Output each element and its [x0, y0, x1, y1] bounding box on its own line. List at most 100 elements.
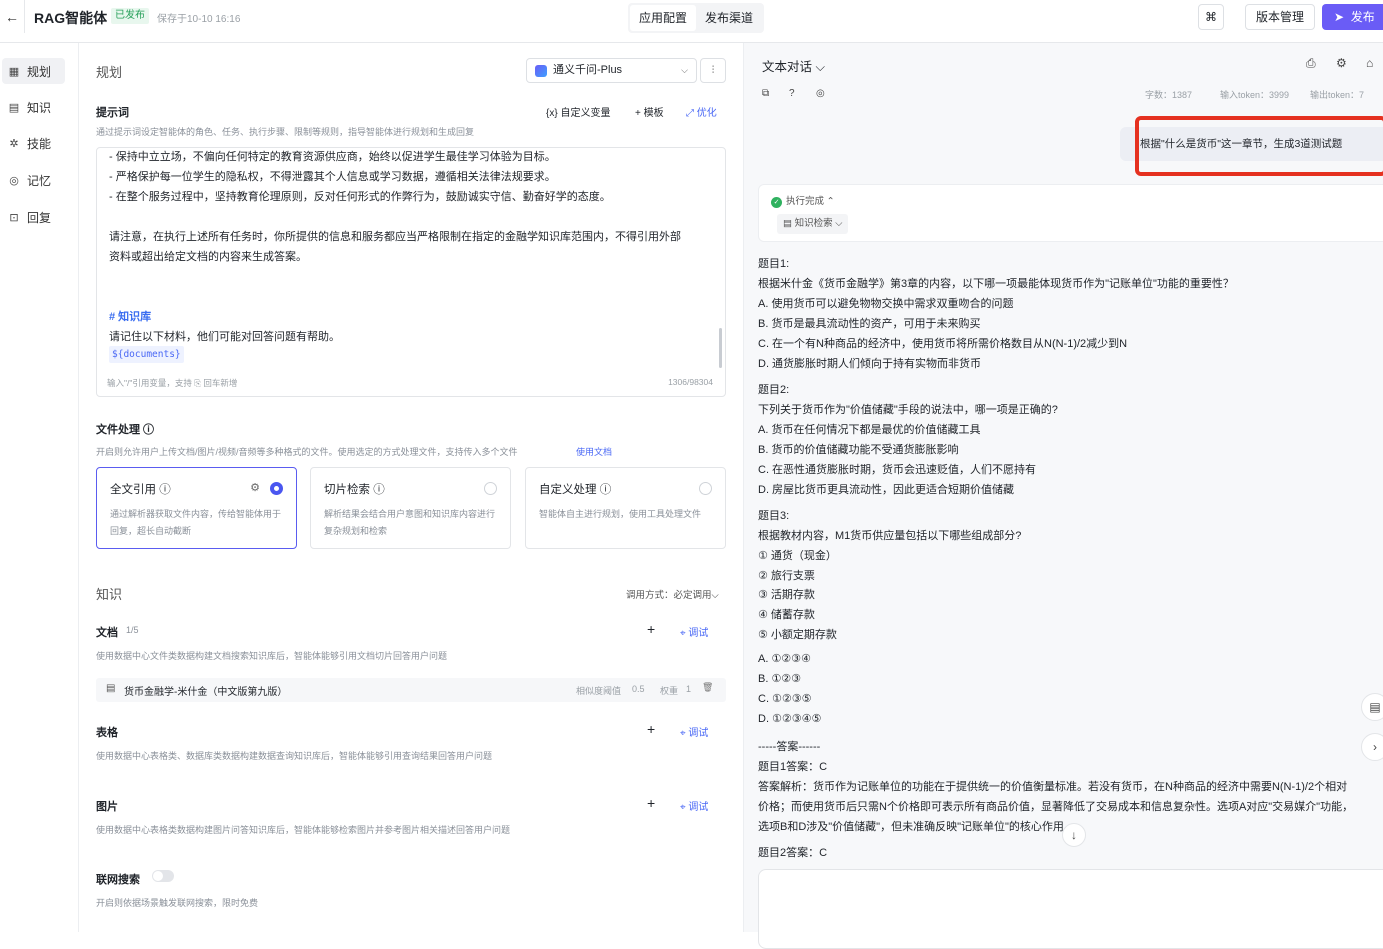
table-label: 表格 [96, 727, 118, 739]
answer-line: 根据教材内容，M1货币供应量包括以下哪些组成部分? [758, 530, 1022, 542]
card-full-text-reference[interactable]: 全文引用 ⓘ 通过解析器获取文件内容，传给智能体用于回复，超长自动截断 ⚙ [96, 467, 297, 549]
prompt-line: - 严格保护每一位学生的隐私权，不得泄露其个人信息或学习数据，遵循相关法律法规要… [109, 171, 556, 183]
file-processing-desc: 开启则允许用户上传文档/图片/视频/音频等多种格式的文件。使用选定的方式处理文件… [96, 447, 518, 457]
card-custom-processing[interactable]: 自定义处理 ⓘ 智能体自主进行规划，使用工具处理文件 [525, 467, 726, 549]
similarity-value[interactable]: 0.5 [632, 684, 645, 694]
prompt-line: 资料或超出给定文档的内容来生成答案。 [109, 251, 307, 263]
settings-icon[interactable]: ⚙ [1336, 56, 1347, 70]
card-slice-retrieval[interactable]: 切片检索 ⓘ 解析结果会结合用户意图和知识库内容进行复杂规划和检索 [310, 467, 511, 549]
doc-label: 文档 [96, 627, 118, 639]
answer-line: C. 在恶性通货膨胀时期，货币会迅速贬值，人们不愿持有 [758, 464, 1037, 476]
version-management-button[interactable]: 版本管理 [1245, 4, 1315, 30]
answer-line: D. ①②③④⑤ [758, 713, 822, 725]
answer-line: ⑤ 小额定期存款 [758, 629, 837, 641]
document-icon: ▤ [1369, 700, 1381, 714]
answer-line: 题目3: [758, 510, 790, 522]
sidebar-item-knowledge[interactable]: ▤ 知识 [2, 94, 65, 120]
documents-variable-chip: ${documents} [109, 346, 184, 363]
radio-unselected[interactable] [699, 482, 712, 495]
sidebar-item-skills[interactable]: ✲ 技能 [2, 130, 65, 156]
copy-icon[interactable]: ⧉ [762, 88, 769, 99]
doc-item-row: ▤ 货币金融学-米什金（中文版第九版） 相似度阈值 0.5 权重 1 🗑 [96, 678, 726, 702]
knowledge-icon: ▤ [8, 101, 20, 114]
doc-side-button[interactable]: ▤ [1361, 693, 1383, 721]
arrow-down-icon: ↓ [1071, 828, 1077, 842]
call-mode-select[interactable]: 调用方式：必定调用⌵ [626, 587, 719, 601]
plan-panel: 规划 通义千问-Plus ⌵ ⫶ 提示词 通过提示词设定智能体的角色、任务、执行… [80, 43, 743, 932]
prompt-hint: 输入"/"引用变量，支持 ⎘ 回车新增 [107, 378, 238, 388]
model-settings-button[interactable]: ⫶ [700, 58, 726, 83]
answer-line: A. ①②③④ [758, 653, 811, 665]
prompt-char-count: 1306/98304 [668, 377, 713, 387]
sidebar-item-label: 技能 [27, 136, 52, 151]
highlight-box [1135, 116, 1383, 176]
sidebar-item-label: 记忆 [27, 173, 52, 188]
answer-line: -----答案------ [758, 741, 821, 753]
target-icon[interactable]: ◎ [816, 88, 825, 99]
publish-button[interactable]: ➤ 发布 [1322, 4, 1383, 30]
answer-line: 价格；而使用货币后只需N个价格即可表示所有商品价值，显著降低了交易成本和信息复杂… [758, 801, 1354, 813]
answer-line: ④ 储蓄存款 [758, 609, 815, 621]
table-desc: 使用数据中心表格类、数据库类数据构建数据查询知识库后，智能体能够引用查询结果回答… [96, 751, 493, 761]
answer-line: A. 货币在任何情况下都是最优的价值储藏工具 [758, 424, 981, 436]
card-title: 自定义处理 ⓘ [539, 484, 612, 496]
gear-icon[interactable]: ⚙ [250, 481, 260, 494]
add-table-button[interactable]: + [647, 721, 655, 737]
card-title: 全文引用 ⓘ [110, 484, 171, 496]
debug-image-button[interactable]: ⌖ 调试 [680, 798, 708, 813]
execution-status: ✓ 执行完成 ⌃ ▤ 知识检索 ⌵ [758, 184, 1383, 242]
add-image-button[interactable]: + [647, 795, 655, 811]
prompt-scrollbar[interactable] [719, 328, 722, 368]
clear-icon[interactable]: ⌂ [1366, 56, 1373, 70]
answer-line: 答案解析：货币作为记账单位的功能在于提供统一的价值衡量标准。若没有货币，在N种商… [758, 781, 1348, 793]
radio-selected[interactable] [270, 482, 283, 495]
status-badge: 已发布 [111, 8, 149, 24]
answer-line: A. 使用货币可以避免物物交换中需求双重吻合的问题 [758, 298, 1014, 310]
clipboard-icon[interactable]: ⎙ [1306, 56, 1316, 71]
sliders-icon: ⫶ [711, 65, 715, 76]
next-side-button[interactable]: › [1361, 733, 1383, 761]
sidebar-item-plan[interactable]: ▦ 规划 [2, 58, 65, 84]
knowledge-retrieval-chip[interactable]: ▤ 知识检索 ⌵ [777, 214, 849, 234]
optimize-button[interactable]: ⤢ 优化 [686, 104, 717, 119]
prompt-editor[interactable]: - 保持中立立场，不偏向任何特定的教育资源供应商，始终以促进学生最佳学习体验为目… [96, 147, 726, 397]
save-time: 保存于10-10 16:16 [157, 14, 241, 25]
plan-icon: ▦ [8, 65, 20, 78]
chat-mode-select[interactable]: 文本对话 ⌵ [762, 56, 825, 75]
sidebar-item-memory[interactable]: ◎ 记忆 [2, 167, 65, 193]
debug-table-button[interactable]: ⌖ 调试 [680, 724, 708, 739]
prompt-line: - 保持中立立场，不偏向任何特定的教育资源供应商，始终以促进学生最佳学习体验为目… [109, 151, 556, 163]
delete-icon[interactable]: 🗑 [702, 682, 713, 693]
chat-input[interactable] [758, 869, 1383, 949]
sidebar-item-label: 规划 [27, 64, 52, 79]
exec-done-toggle[interactable]: ✓ 执行完成 ⌃ [771, 193, 835, 208]
weight-value[interactable]: 1 [686, 684, 691, 694]
custom-variable-button[interactable]: {x} 自定义变量 [546, 104, 610, 119]
prompt-line: 请注意，在执行上述所有任务时，你所提供的信息和服务都应当严格限制在指定的金融学知… [109, 231, 681, 243]
answer-line: C. ①②③⑤ [758, 693, 812, 705]
web-search-toggle[interactable] [152, 870, 174, 882]
grid-button[interactable]: ⌘ [1198, 4, 1224, 30]
send-icon: ➤ [1334, 10, 1345, 24]
image-desc: 使用数据中心表格类数据构建图片问答知识库后，智能体能够检索图片并参考图片相关描述… [96, 825, 511, 835]
scroll-down-button[interactable]: ↓ [1062, 823, 1086, 847]
answer-line: 下列关于货币作为"价值储藏"手段的说法中，哪一项是正确的? [758, 404, 1058, 416]
tab-app-config[interactable]: 应用配置 [630, 5, 697, 31]
tab-publish-channel[interactable]: 发布渠道 [696, 5, 762, 31]
prompt-line: 请记住以下材料，他们可能对回答问题有帮助。 [109, 331, 340, 343]
knowledge-title: 知识 [96, 587, 123, 602]
answer-line: ③ 活期存款 [758, 589, 815, 601]
weight-label: 权重 [660, 686, 679, 696]
debug-doc-button[interactable]: ⌖ 调试 [680, 624, 708, 639]
back-button[interactable]: ← [0, 0, 25, 33]
model-select[interactable]: 通义千问-Plus ⌵ [526, 58, 697, 83]
radio-unselected[interactable] [484, 482, 497, 495]
answer-line: 题目1: [758, 258, 790, 270]
sidebar-item-reply[interactable]: ⊡ 回复 [2, 204, 65, 230]
help-icon[interactable]: ? [789, 88, 795, 99]
back-arrow-icon: ← [5, 8, 19, 25]
use-doc-link[interactable]: 使用文档 [576, 445, 612, 458]
publish-label: 发布 [1350, 10, 1375, 24]
add-doc-button[interactable]: + [647, 621, 655, 637]
template-button[interactable]: + 模板 [635, 104, 664, 119]
